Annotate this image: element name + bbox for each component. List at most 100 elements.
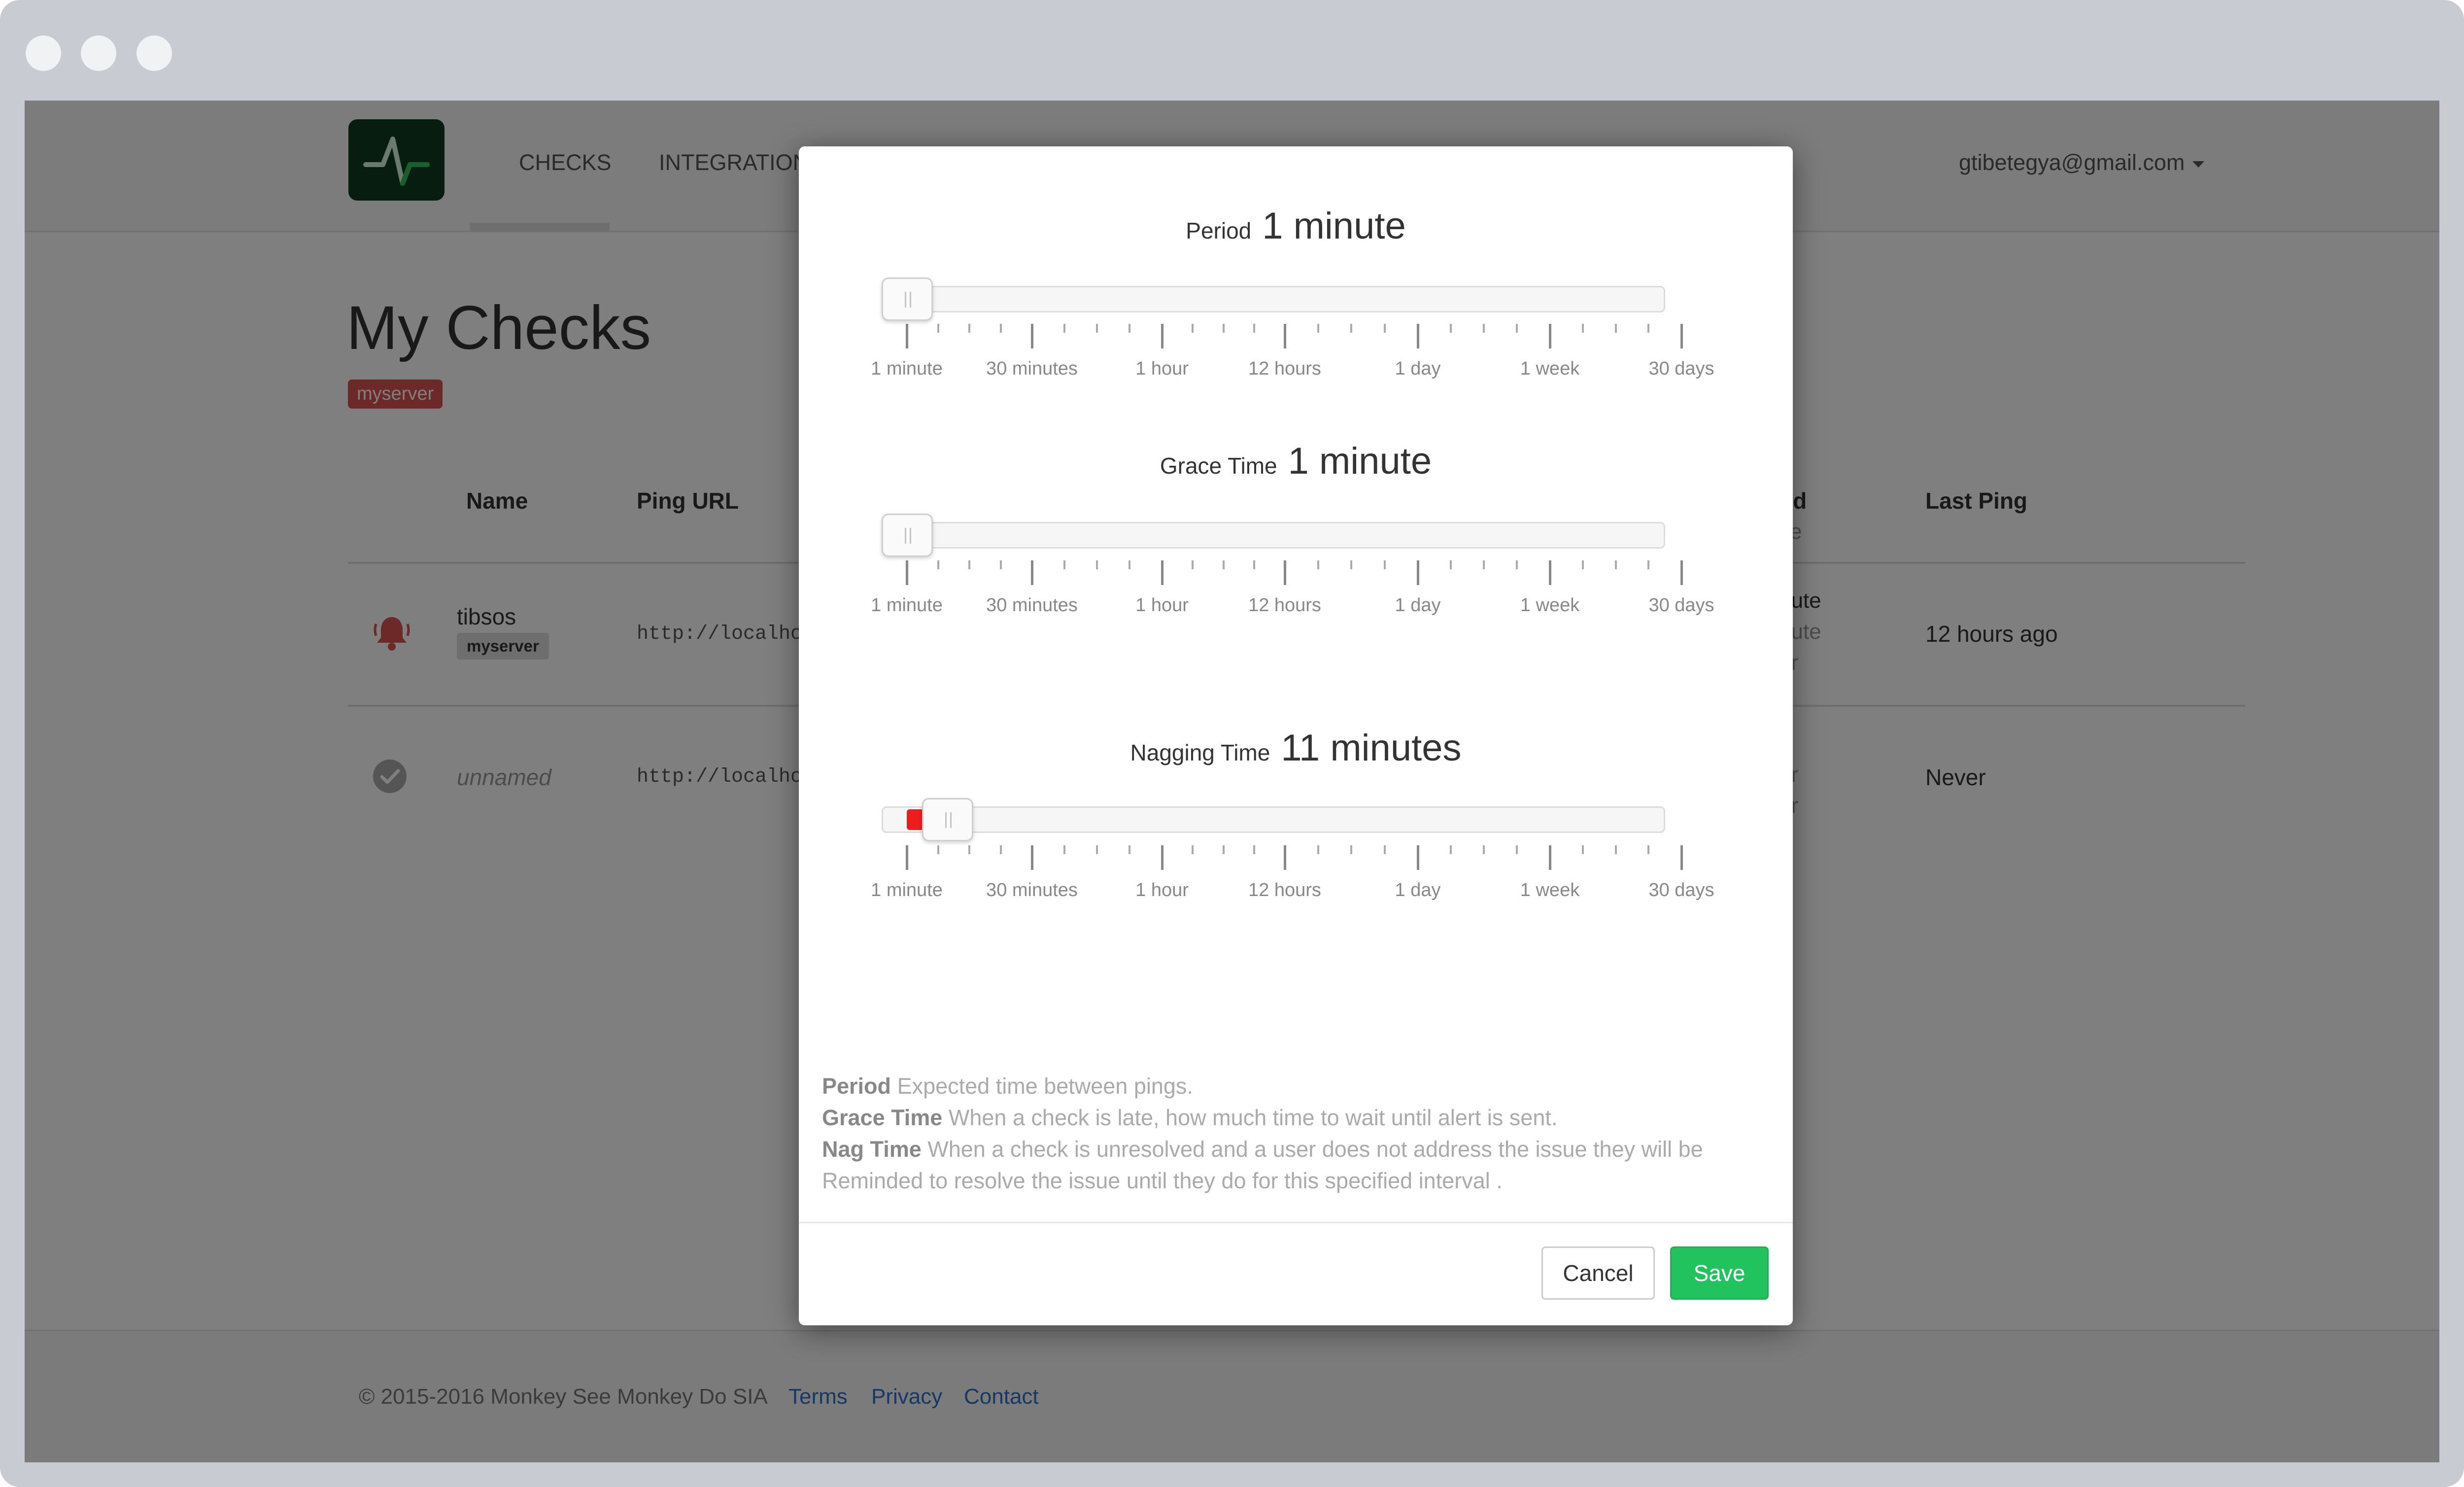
scale-minor-tick [1063,845,1065,854]
scale-label: 1 hour [1135,880,1189,900]
scale-major-tick [1284,845,1286,870]
scale-minor-tick [1614,560,1617,569]
scale-major-tick [1031,845,1033,870]
scale-major-tick [906,324,908,348]
scale-minor-tick [968,560,970,569]
scale-label: 30 minutes [986,880,1078,900]
scale-major-tick [1417,560,1419,585]
period-slider-track[interactable] [882,286,1665,312]
scale-minor-tick [1516,845,1518,854]
scale-minor-tick [1350,845,1352,854]
scale-major-tick [1031,324,1033,348]
scale-label: 1 week [1520,595,1580,616]
scale-label: 1 minute [871,595,943,616]
scale-major-tick [1161,560,1164,585]
scale-minor-tick [1383,845,1386,854]
window-dot-close[interactable] [26,35,61,71]
scale-minor-tick [968,845,970,854]
scale-minor-tick [937,560,939,569]
scale-minor-tick [1063,560,1065,569]
period-slider-handle[interactable] [882,277,933,321]
scale-minor-tick [1253,845,1255,854]
scale-minor-tick [1516,560,1518,569]
scale-minor-tick [999,845,1002,854]
period-value: 1 minute [1262,205,1406,247]
update-timeout-modal: Period 1 minute 1 minute 30 minutes 1 hour 1… [799,146,1793,1325]
scale-minor-tick [1129,324,1130,333]
scale-label: 30 days [1648,595,1714,616]
scale-major-tick [1417,324,1419,348]
grace-label: Grace Time [1160,453,1277,479]
scale-minor-tick [1350,324,1352,333]
help-desc: Expected time between pings. [897,1073,1193,1099]
scale-minor-tick [999,324,1002,333]
nag-label: Nagging Time [1130,740,1270,765]
help-line-grace: Grace Time When a check is late, how muc… [822,1102,1783,1134]
scale-major-tick [1161,845,1164,870]
scale-major-tick [1417,845,1419,870]
scale-minor-tick [1317,324,1319,333]
help-term: Nag Time [822,1137,922,1162]
scale-major-tick [1284,324,1286,348]
scale-minor-tick [1129,560,1130,569]
scale-major-tick [906,560,908,585]
scale-minor-tick [1350,560,1352,569]
grace-slider-scale: 1 minute 30 minutes 1 hour 12 hours 1 day 1 w… [799,560,1793,634]
period-heading: Period 1 minute [799,205,1793,247]
scale-label: 12 hours [1248,880,1321,900]
scale-label: 1 week [1520,880,1580,900]
scale-minor-tick [1483,324,1485,333]
nag-slider-handle[interactable] [922,798,973,841]
scale-minor-tick [1383,560,1386,569]
window-dot-maximize[interactable] [137,35,172,71]
scale-major-tick [1031,560,1033,585]
scale-minor-tick [1222,324,1225,333]
scale-minor-tick [1317,845,1319,854]
save-button[interactable]: Save [1670,1246,1769,1300]
scale-minor-tick [1483,560,1485,569]
scale-label: 1 day [1395,358,1441,379]
scale-label: 1 hour [1135,358,1189,379]
scale-minor-tick [1483,845,1485,854]
period-slider-scale: 1 minute 30 minutes 1 hour 12 hours 1 day 1 w… [799,324,1793,398]
grace-heading: Grace Time 1 minute [799,440,1793,483]
scale-minor-tick [1647,560,1650,569]
help-desc: When a check is late, how much time to w… [948,1105,1558,1130]
help-desc: When a check is unresolved and a user do… [822,1137,1703,1193]
scale-minor-tick [1581,324,1584,333]
scale-minor-tick [1096,324,1098,333]
grace-value: 1 minute [1288,440,1432,482]
grace-slider-handle[interactable] [882,514,933,557]
window-dot-minimize[interactable] [81,35,116,71]
period-label: Period [1186,218,1252,243]
scale-label: 30 days [1648,880,1714,900]
scale-minor-tick [1516,324,1518,333]
scale-minor-tick [1192,560,1194,569]
scale-minor-tick [1222,560,1225,569]
scale-minor-tick [1581,845,1584,854]
nag-value: 11 minutes [1281,727,1462,769]
scale-minor-tick [1450,324,1452,333]
scale-major-tick [906,845,908,870]
scale-major-tick [1680,560,1683,585]
scale-major-tick [1549,560,1551,585]
scale-minor-tick [1383,324,1386,333]
cancel-button[interactable]: Cancel [1541,1246,1655,1300]
help-term: Grace Time [822,1105,943,1130]
scale-minor-tick [1253,560,1255,569]
scale-major-tick [1680,845,1683,870]
scale-label: 30 days [1648,358,1714,379]
help-line-period: Period Expected time between pings. [822,1071,1783,1102]
modal-footer-divider [799,1222,1793,1223]
scale-minor-tick [1192,324,1194,333]
scale-minor-tick [1222,845,1225,854]
scale-major-tick [1549,324,1551,348]
scale-minor-tick [937,324,939,333]
scale-label: 1 day [1395,595,1441,616]
help-line-nag: Nag Time When a check is unresolved and … [822,1134,1783,1197]
scale-minor-tick [1192,845,1194,854]
grace-slider-track[interactable] [882,522,1665,549]
scale-minor-tick [1450,845,1452,854]
nag-slider-track[interactable] [882,806,1665,833]
scale-minor-tick [968,324,970,333]
